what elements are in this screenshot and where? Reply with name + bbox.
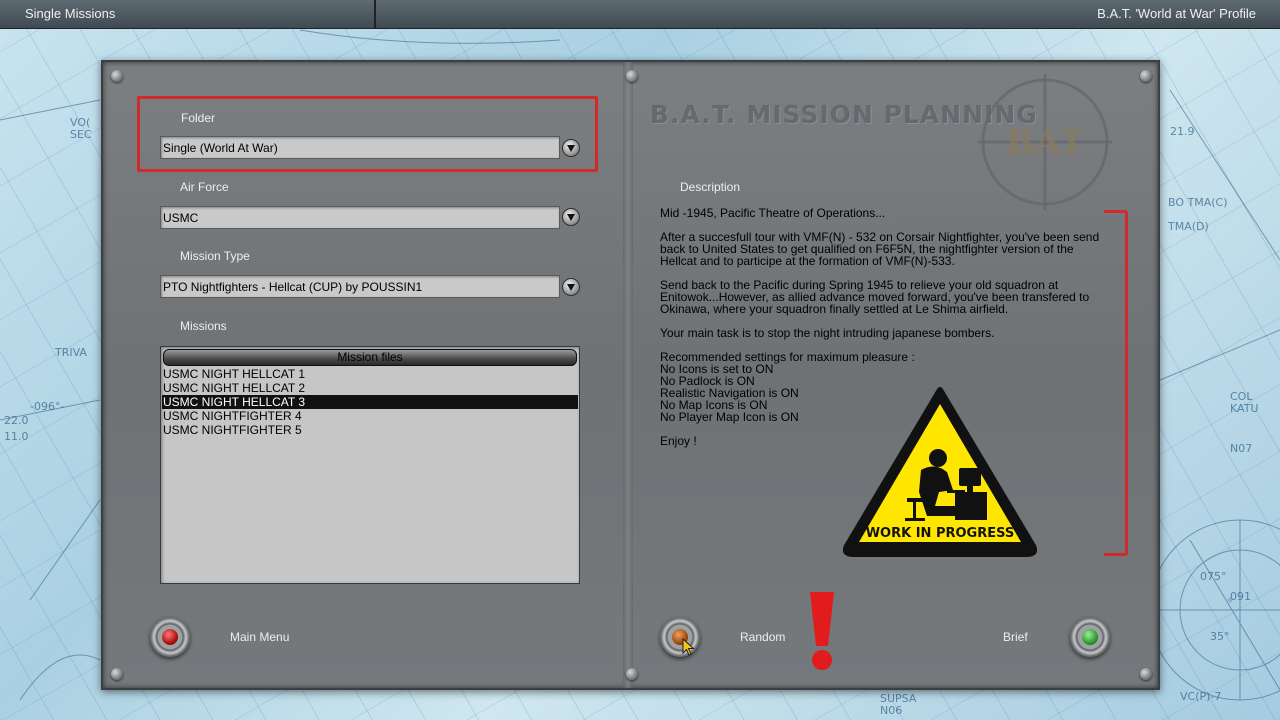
profile-name: B.A.T. 'World at War' Profile bbox=[1097, 6, 1256, 21]
title-bar: Single Missions B.A.T. 'World at War' Pr… bbox=[0, 0, 1280, 29]
svg-text:TMA(D): TMA(D) bbox=[1167, 220, 1209, 233]
random-label[interactable]: Random bbox=[740, 630, 785, 644]
mission-type-select[interactable]: PTO Nightfighters - Hellcat (CUP) by POU… bbox=[160, 275, 560, 298]
svg-text:N07: N07 bbox=[1230, 442, 1252, 455]
bolt-icon bbox=[626, 70, 638, 82]
bolt-icon bbox=[1140, 668, 1152, 680]
main-menu-button[interactable] bbox=[150, 617, 190, 657]
mission-files-header[interactable]: Mission files bbox=[163, 349, 577, 366]
list-item[interactable]: USMC NIGHTFIGHTER 4 bbox=[162, 409, 578, 423]
missions-label: Missions bbox=[180, 319, 227, 333]
chevron-down-icon[interactable] bbox=[562, 278, 580, 296]
svg-text:SEC: SEC bbox=[70, 128, 92, 141]
red-lamp-icon bbox=[162, 629, 178, 645]
description-paragraph: After a succesfull tour with VMF(N) - 53… bbox=[660, 230, 1100, 268]
main-menu-label[interactable]: Main Menu bbox=[230, 630, 289, 644]
bolt-icon bbox=[626, 668, 638, 680]
svg-text:35°: 35° bbox=[1210, 630, 1230, 643]
warning-text: WORK IN PROGRESS bbox=[866, 526, 1015, 541]
air-force-label: Air Force bbox=[180, 180, 229, 194]
svg-text:075°: 075° bbox=[1200, 570, 1227, 583]
bat-logo-text: BAT bbox=[1006, 123, 1085, 163]
mouse-cursor-icon bbox=[682, 638, 695, 656]
svg-text:11.0: 11.0 bbox=[4, 430, 29, 443]
svg-text:N06: N06 bbox=[880, 704, 902, 717]
svg-text:VC(P)-7: VC(P)-7 bbox=[1180, 690, 1221, 703]
bolt-icon bbox=[111, 70, 123, 82]
missions-list[interactable]: Mission files USMC NIGHT HELLCAT 1 USMC … bbox=[160, 346, 580, 584]
svg-text:091: 091 bbox=[1230, 590, 1251, 603]
bolt-icon bbox=[1140, 70, 1152, 82]
svg-text:-096°-: -096°- bbox=[30, 400, 64, 413]
bat-logo-icon: BAT bbox=[978, 74, 1112, 210]
list-item[interactable]: USMC NIGHT HELLCAT 2 bbox=[162, 381, 578, 395]
svg-text:KATU: KATU bbox=[1230, 402, 1258, 415]
panel-seam bbox=[623, 62, 633, 688]
title-bar-divider bbox=[374, 0, 376, 29]
warning-sign-icon: WORK IN PROGRESS bbox=[843, 387, 1037, 557]
folder-highlight-frame bbox=[137, 96, 598, 172]
description-paragraph: Mid -1945, Pacific Theatre of Operations… bbox=[660, 206, 886, 220]
svg-text:21.9: 21.9 bbox=[1170, 125, 1195, 138]
description-highlight-bracket bbox=[1104, 210, 1128, 556]
list-item[interactable]: USMC NIGHT HELLCAT 1 bbox=[162, 367, 578, 381]
folder-label: Folder bbox=[181, 111, 216, 125]
svg-text:22.0: 22.0 bbox=[4, 414, 29, 427]
mission-type-label: Mission Type bbox=[180, 249, 250, 263]
svg-text:BO TMA(C): BO TMA(C) bbox=[1168, 196, 1228, 209]
description-label: Description bbox=[680, 180, 741, 194]
exclamation-icon bbox=[810, 592, 834, 670]
mission-files-header-label: Mission files bbox=[337, 350, 403, 364]
list-item[interactable]: USMC NIGHTFIGHTER 5 bbox=[162, 423, 578, 437]
setting-line: No Player Map Icon is ON bbox=[660, 410, 799, 424]
list-item-selected[interactable]: USMC NIGHT HELLCAT 3 bbox=[162, 395, 578, 409]
air-force-select[interactable]: USMC bbox=[160, 206, 560, 229]
svg-text:TRIVA: TRIVA bbox=[54, 346, 87, 359]
description-paragraph: Your main task is to stop the night intr… bbox=[660, 326, 995, 340]
brief-button[interactable] bbox=[1070, 617, 1110, 657]
green-lamp-icon bbox=[1082, 629, 1098, 645]
bolt-icon bbox=[111, 668, 123, 680]
chevron-down-icon[interactable] bbox=[562, 208, 580, 226]
brief-label[interactable]: Brief bbox=[1003, 630, 1028, 644]
window-title: Single Missions bbox=[25, 6, 116, 21]
description-paragraph: Send back to the Pacific during Spring 1… bbox=[660, 278, 1090, 316]
folder-select[interactable]: Single (World At War) bbox=[160, 136, 560, 159]
chevron-down-icon[interactable] bbox=[562, 139, 580, 157]
